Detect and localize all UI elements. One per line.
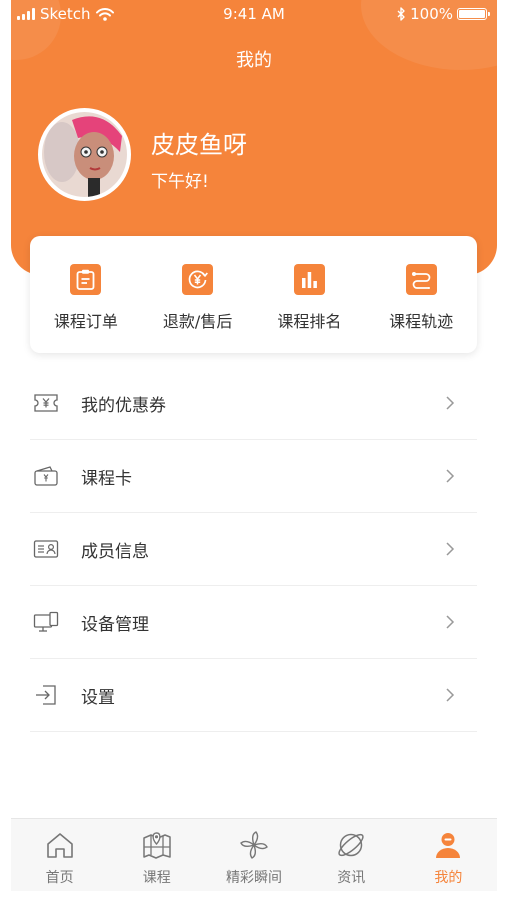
planet-icon [335,829,367,861]
bar-chart-icon [293,264,325,295]
menu-label: 成员信息 [81,541,149,562]
settings-menu: 我的优惠券 课程卡 成员信息 设备管理 设置 [30,367,477,732]
quick-actions-card: 课程订单 退款/售后 课程排名 课程轨迹 [30,236,477,353]
battery-icon [457,8,490,20]
tab-news[interactable]: 资讯 [303,819,400,891]
user-icon [432,829,464,861]
quick-action-label: 退款/售后 [162,312,233,331]
chevron-right-icon [443,688,457,702]
bottom-tab-bar: 首页 课程 精彩瞬间 资讯 我的 [11,818,497,891]
coupon-icon [33,390,59,416]
yen-refund-icon [182,264,214,295]
battery-percent: 100% [410,5,453,23]
tab-courses[interactable]: 课程 [108,819,205,891]
page-title: 我的 [236,50,272,71]
id-card-icon [33,536,59,562]
menu-item-settings[interactable]: 设置 [30,659,477,732]
logout-icon [33,682,59,708]
menu-item-member-info[interactable]: 成员信息 [30,513,477,586]
greeting-text: 下午好! [151,172,209,192]
chevron-right-icon [443,542,457,556]
devices-icon [33,609,59,635]
tab-home[interactable]: 首页 [11,819,108,891]
chevron-right-icon [443,615,457,629]
user-name: 皮皮鱼呀 [151,131,247,159]
status-bar: Sketch 9:41 AM 100% [11,0,497,30]
menu-item-course-card[interactable]: 课程卡 [30,440,477,513]
avatar[interactable] [38,108,131,201]
tab-me[interactable]: 我的 [400,819,497,891]
tab-label: 精彩瞬间 [226,870,282,886]
menu-item-device-management[interactable]: 设备管理 [30,586,477,659]
quick-action-label: 课程轨迹 [389,312,454,331]
chevron-right-icon [443,469,457,483]
pinwheel-icon [238,829,270,861]
quick-action-label: 课程排名 [277,312,342,331]
tab-label: 首页 [45,870,74,886]
tab-label: 课程 [142,870,171,886]
quick-action-course-track[interactable]: 课程轨迹 [365,236,477,353]
menu-label: 我的优惠券 [81,395,166,416]
phone-screen: Sketch 9:41 AM 100% 我的 皮皮鱼呀 下午好! 课程订单 退款… [11,0,497,900]
menu-item-coupons[interactable]: 我的优惠券 [30,367,477,440]
route-icon [405,264,437,295]
order-icon [70,264,102,295]
tab-highlights[interactable]: 精彩瞬间 [205,819,302,891]
menu-label: 设备管理 [81,614,149,635]
home-icon [44,829,76,861]
quick-action-refund[interactable]: 退款/售后 [142,236,254,353]
wallet-card-icon [33,463,59,489]
menu-label: 设置 [81,687,115,708]
bluetooth-icon [397,7,405,21]
quick-action-course-orders[interactable]: 课程订单 [30,236,142,353]
menu-label: 课程卡 [81,468,132,489]
quick-action-label: 课程订单 [53,312,118,331]
quick-action-course-ranking[interactable]: 课程排名 [254,236,366,353]
tab-label: 资讯 [337,870,366,886]
tab-label: 我的 [434,870,463,886]
map-icon [141,829,173,861]
avatar-illustration [42,112,127,197]
chevron-right-icon [443,396,457,410]
